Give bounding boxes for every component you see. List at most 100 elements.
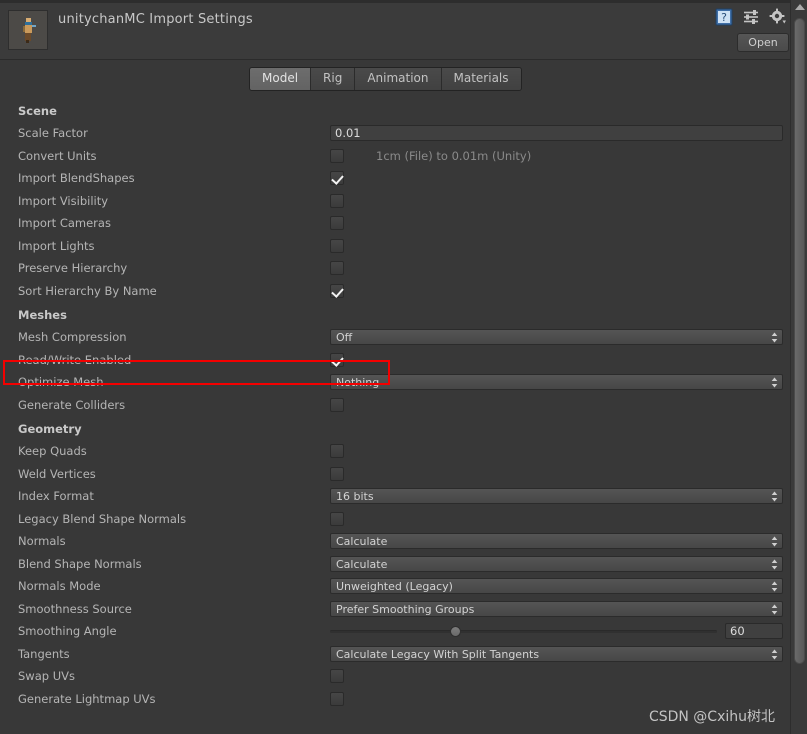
row-index-format: Index Format 16 bits [18, 485, 783, 508]
label-import-blendshapes: Import BlendShapes [18, 171, 135, 186]
label-optimize-mesh: Optimize Mesh [18, 375, 104, 390]
row-smoothness-source: Smoothness Source Prefer Smoothing Group… [18, 598, 783, 621]
section-heading-scene: Scene [18, 104, 57, 118]
label-smoothness-source: Smoothness Source [18, 601, 132, 616]
model-settings-panel: Scene Scale Factor Convert Units 1cm (Fi… [0, 100, 807, 710]
label-sort-hierarchy-by-name: Sort Hierarchy By Name [18, 283, 157, 298]
import-visibility-checkbox[interactable] [330, 193, 344, 208]
row-import-visibility: Import Visibility [18, 190, 783, 213]
preset-icon[interactable] [742, 8, 760, 26]
smoothness-source-value: Prefer Smoothing Groups [336, 602, 475, 616]
header-icon-group: ? [715, 8, 787, 26]
slider-knob[interactable] [449, 626, 461, 638]
label-import-visibility: Import Visibility [18, 193, 109, 208]
normals-mode-dropdown[interactable]: Unweighted (Legacy) [330, 578, 783, 595]
row-smoothing-angle: Smoothing Angle [18, 620, 783, 643]
smoothing-angle-value-input[interactable] [725, 623, 783, 640]
label-keep-quads: Keep Quads [18, 444, 87, 459]
import-blendshapes-checkbox[interactable] [330, 171, 344, 186]
row-preserve-hierarchy: Preserve Hierarchy [18, 257, 783, 280]
swap-uvs-checkbox[interactable] [330, 669, 344, 684]
legacy-blend-shape-normals-checkbox[interactable] [330, 511, 344, 526]
vertical-scrollbar[interactable] [790, 0, 807, 734]
sort-hierarchy-by-name-checkbox[interactable] [330, 283, 344, 298]
label-smoothing-angle: Smoothing Angle [18, 624, 117, 639]
label-import-lights: Import Lights [18, 238, 95, 253]
generate-lightmap-uvs-checkbox[interactable] [330, 691, 344, 706]
tab-model[interactable]: Model [250, 68, 312, 90]
label-legacy-blend-shape-normals: Legacy Blend Shape Normals [18, 511, 187, 526]
row-keep-quads: Keep Quads [18, 440, 783, 463]
section-heading-geometry: Geometry [18, 422, 82, 436]
row-import-cameras: Import Cameras [18, 212, 783, 235]
tangents-value: Calculate Legacy With Split Tangents [336, 647, 540, 661]
gear-icon[interactable] [769, 8, 787, 26]
asset-thumbnail[interactable] [8, 10, 48, 50]
mesh-compression-dropdown[interactable]: Off [330, 329, 783, 346]
slider-track [330, 630, 717, 634]
label-convert-units: Convert Units [18, 148, 97, 163]
normals-mode-value: Unweighted (Legacy) [336, 580, 453, 594]
generate-colliders-checkbox[interactable] [330, 397, 344, 412]
label-weld-vertices: Weld Vertices [18, 466, 96, 481]
convert-units-checkbox[interactable] [330, 148, 344, 163]
row-generate-lightmap-uvs: Generate Lightmap UVs [18, 688, 783, 711]
label-index-format: Index Format [18, 489, 94, 504]
import-cameras-checkbox[interactable] [330, 216, 344, 231]
optimize-mesh-dropdown[interactable]: Nothing [330, 374, 783, 391]
tab-rig[interactable]: Rig [311, 68, 356, 90]
page-title: unitychanMC Import Settings [58, 12, 253, 27]
row-normals-mode: Normals Mode Unweighted (Legacy) [18, 575, 783, 598]
normals-dropdown[interactable]: Calculate [330, 533, 783, 550]
scroll-up-arrow-icon[interactable] [795, 4, 805, 10]
smoothness-source-dropdown[interactable]: Prefer Smoothing Groups [330, 600, 783, 617]
blend-shape-normals-value: Calculate [336, 557, 388, 571]
label-blend-shape-normals: Blend Shape Normals [18, 556, 142, 571]
row-mesh-compression: Mesh Compression Off [18, 326, 783, 349]
label-preserve-hierarchy: Preserve Hierarchy [18, 261, 128, 276]
smoothing-angle-slider[interactable] [330, 624, 717, 638]
row-weld-vertices: Weld Vertices [18, 463, 783, 486]
scale-factor-input[interactable] [330, 125, 783, 142]
row-import-blendshapes: Import BlendShapes [18, 167, 783, 190]
chevron-updown-icon [771, 604, 778, 615]
open-button[interactable]: Open [737, 33, 789, 52]
svg-text:?: ? [721, 11, 727, 24]
blend-shape-normals-dropdown[interactable]: Calculate [330, 555, 783, 572]
chevron-updown-icon [771, 649, 778, 660]
row-read-write-enabled: Read/Write Enabled [18, 349, 783, 372]
keep-quads-checkbox[interactable] [330, 444, 344, 459]
mesh-compression-value: Off [336, 331, 353, 345]
normals-value: Calculate [336, 535, 388, 549]
header-top-strip [0, 0, 807, 3]
label-generate-lightmap-uvs: Generate Lightmap UVs [18, 691, 156, 706]
tab-materials[interactable]: Materials [441, 68, 521, 90]
tab-animation[interactable]: Animation [355, 68, 442, 90]
help-icon[interactable]: ? [715, 8, 733, 26]
label-normals: Normals [18, 534, 66, 549]
index-format-value: 16 bits [336, 490, 374, 504]
row-swap-uvs: Swap UVs [18, 665, 783, 688]
index-format-dropdown[interactable]: 16 bits [330, 488, 783, 505]
preserve-hierarchy-checkbox[interactable] [330, 261, 344, 276]
row-sort-hierarchy-by-name: Sort Hierarchy By Name [18, 280, 783, 303]
chevron-updown-icon [771, 332, 778, 343]
tangents-dropdown[interactable]: Calculate Legacy With Split Tangents [330, 645, 783, 662]
chevron-updown-icon [771, 559, 778, 570]
chevron-updown-icon [771, 581, 778, 592]
tab-bar: Model Rig Animation Materials [0, 60, 807, 98]
import-lights-checkbox[interactable] [330, 238, 344, 253]
weld-vertices-checkbox[interactable] [330, 466, 344, 481]
read-write-enabled-checkbox[interactable] [330, 352, 344, 367]
label-mesh-compression: Mesh Compression [18, 330, 127, 345]
chevron-updown-icon [771, 377, 778, 388]
row-optimize-mesh: Optimize Mesh Nothing [18, 371, 783, 394]
label-generate-colliders: Generate Colliders [18, 397, 126, 412]
row-normals: Normals Calculate [18, 530, 783, 553]
row-legacy-blend-shape-normals: Legacy Blend Shape Normals [18, 508, 783, 531]
scrollbar-thumb[interactable] [794, 18, 805, 664]
row-tangents: Tangents Calculate Legacy With Split Tan… [18, 643, 783, 666]
section-heading-meshes: Meshes [18, 308, 67, 322]
chevron-updown-icon [771, 491, 778, 502]
label-read-write-enabled: Read/Write Enabled [18, 352, 132, 367]
